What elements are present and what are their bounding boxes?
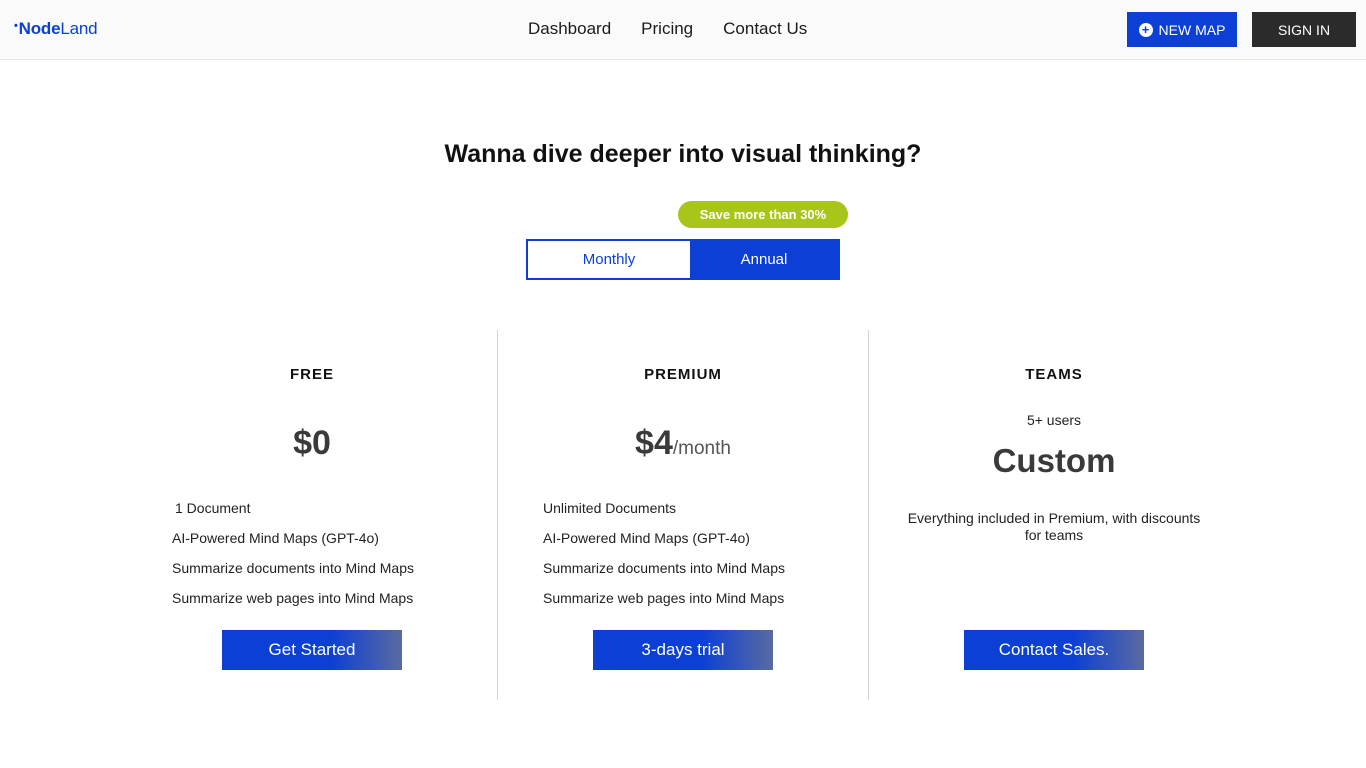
plan-users: 5+ users bbox=[1026, 412, 1082, 428]
feature-item: AI-Powered Mind Maps (GPT-4o) bbox=[543, 530, 750, 546]
plan-card-teams: TEAMS 5+ users Custom Everything include… bbox=[869, 330, 1239, 700]
new-map-label: NEW MAP bbox=[1158, 21, 1226, 38]
trial-button[interactable]: 3-days trial bbox=[593, 630, 773, 670]
main-nav: Dashboard Pricing Contact Us bbox=[528, 19, 807, 39]
plan-title: FREE bbox=[289, 366, 334, 383]
save-badge: Save more than 30% bbox=[678, 201, 848, 228]
feature-item: 1 Document bbox=[175, 500, 251, 516]
feature-item: Summarize documents into Mind Maps bbox=[172, 560, 414, 576]
logo-node-text: Node bbox=[18, 19, 61, 38]
plan-price-suffix: /month bbox=[672, 438, 731, 459]
plan-card-free: FREE $0 1 Document AI-Powered Mind Maps … bbox=[127, 330, 497, 700]
feature-item: Summarize web pages into Mind Maps bbox=[543, 590, 785, 606]
feature-item: Unlimited Documents bbox=[543, 500, 677, 516]
plan-price: $0 bbox=[293, 424, 331, 462]
top-navbar: •NodeLand Dashboard Pricing Contact Us +… bbox=[0, 0, 1366, 60]
contact-sales-button[interactable]: Contact Sales. bbox=[964, 630, 1144, 670]
nav-contact-us[interactable]: Contact Us bbox=[723, 19, 807, 39]
feature-list: Unlimited Documents AI-Powered Mind Maps… bbox=[543, 500, 785, 620]
logo-land-text: Land bbox=[60, 19, 98, 38]
billing-monthly-option[interactable]: Monthly bbox=[528, 241, 690, 278]
nav-dashboard[interactable]: Dashboard bbox=[528, 19, 611, 39]
plan-price: $4/month bbox=[498, 424, 868, 463]
sign-in-button[interactable]: SIGN IN bbox=[1252, 12, 1356, 47]
nodeland-logo[interactable]: •NodeLand bbox=[14, 19, 98, 39]
new-map-button[interactable]: + NEW MAP bbox=[1127, 12, 1237, 47]
plan-title: TEAMS bbox=[1025, 366, 1083, 383]
feature-item: AI-Powered Mind Maps (GPT-4o) bbox=[172, 530, 379, 546]
billing-annual-option[interactable]: Annual bbox=[690, 241, 838, 278]
plan-description: Everything included in Premium, with dis… bbox=[907, 510, 1201, 543]
nav-pricing[interactable]: Pricing bbox=[641, 19, 693, 39]
logo-dot: • bbox=[14, 20, 18, 32]
plus-circle-icon: + bbox=[1138, 22, 1153, 37]
plan-title: PREMIUM bbox=[644, 366, 722, 383]
get-started-button[interactable]: Get Started bbox=[222, 630, 402, 670]
page-headline: Wanna dive deeper into visual thinking? bbox=[444, 140, 922, 168]
plan-card-premium: PREMIUM $4/month Unlimited Documents AI-… bbox=[498, 330, 868, 700]
billing-toggle: Monthly Annual bbox=[526, 239, 840, 280]
plan-price-amount: $4 bbox=[635, 424, 673, 462]
feature-item: Summarize documents into Mind Maps bbox=[543, 560, 785, 576]
plan-price: Custom bbox=[992, 442, 1116, 479]
feature-list: 1 Document AI-Powered Mind Maps (GPT-4o)… bbox=[172, 500, 414, 620]
feature-item: Summarize web pages into Mind Maps bbox=[172, 590, 414, 606]
